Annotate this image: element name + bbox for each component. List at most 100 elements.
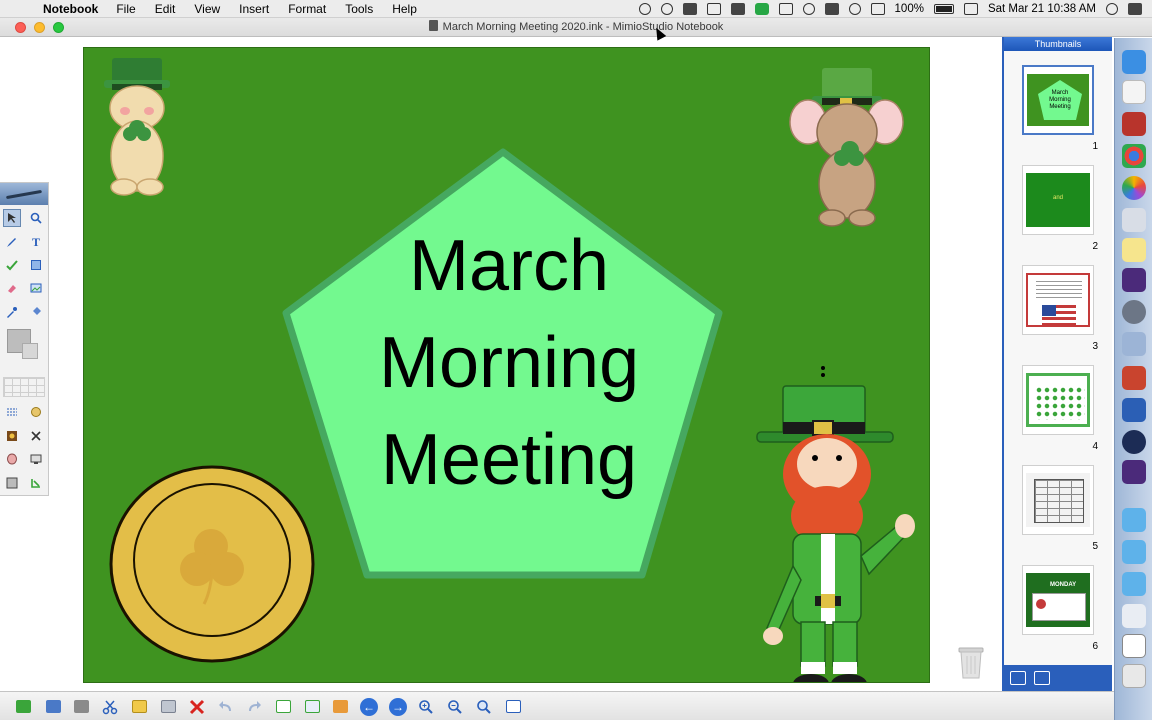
fill-color-swatch[interactable] bbox=[22, 343, 38, 359]
clock[interactable]: Sat Mar 21 10:38 AM bbox=[988, 3, 1096, 15]
screenshot-stack-icon[interactable] bbox=[1122, 604, 1146, 628]
menu-insert[interactable]: Insert bbox=[239, 2, 269, 16]
notes-icon[interactable] bbox=[1122, 238, 1146, 262]
undo-button[interactable] bbox=[216, 697, 236, 716]
copy-button[interactable] bbox=[129, 697, 149, 716]
line-width-selector[interactable] bbox=[3, 377, 45, 397]
word-icon[interactable] bbox=[1122, 398, 1146, 422]
highlighter-tool-icon[interactable] bbox=[3, 256, 21, 274]
duplicate-page-button[interactable] bbox=[302, 697, 322, 716]
thumbnail-5[interactable] bbox=[1022, 465, 1094, 535]
line-style-icon[interactable] bbox=[3, 403, 21, 421]
select-tool-icon[interactable] bbox=[3, 209, 21, 227]
quicktime-icon[interactable] bbox=[1122, 430, 1146, 454]
pen-tool-icon[interactable] bbox=[3, 233, 21, 251]
airplay-icon[interactable] bbox=[778, 3, 793, 15]
menu-tools[interactable]: Tools bbox=[345, 2, 373, 16]
menu-view[interactable]: View bbox=[194, 2, 220, 16]
eraser-tool-icon[interactable] bbox=[3, 279, 21, 297]
insert-tool-icon[interactable] bbox=[27, 474, 45, 492]
spotlight-search-icon[interactable] bbox=[1106, 3, 1118, 15]
screen-capture-icon[interactable] bbox=[27, 450, 45, 468]
applications-folder-icon[interactable] bbox=[1122, 508, 1146, 532]
utilities-icon[interactable] bbox=[1122, 208, 1146, 232]
home-button[interactable] bbox=[13, 697, 33, 716]
photos-icon[interactable] bbox=[1122, 176, 1146, 200]
print-button[interactable] bbox=[71, 697, 91, 716]
system-preferences-icon[interactable] bbox=[1122, 300, 1146, 324]
menu-format[interactable]: Format bbox=[288, 2, 326, 16]
display-icon[interactable] bbox=[706, 3, 721, 15]
eyedropper-tool-icon[interactable] bbox=[3, 303, 21, 321]
dictionary-icon[interactable] bbox=[1122, 112, 1146, 136]
full-screen-button[interactable] bbox=[503, 697, 523, 716]
notification-center-icon[interactable] bbox=[1128, 3, 1142, 15]
time-machine-icon[interactable] bbox=[802, 3, 815, 15]
thumbnails-view-icon[interactable] bbox=[1010, 671, 1026, 685]
reveal-tool-icon[interactable] bbox=[3, 450, 21, 468]
wifi-icon[interactable] bbox=[848, 3, 861, 15]
redo-button[interactable] bbox=[244, 697, 264, 716]
app-menu[interactable]: Notebook bbox=[43, 2, 98, 16]
thumbnail-3-text-lines bbox=[1036, 281, 1082, 299]
trash-icon[interactable] bbox=[957, 644, 985, 680]
volume-icon[interactable] bbox=[824, 3, 839, 15]
next-page-button[interactable]: → bbox=[388, 697, 408, 716]
delete-button[interactable] bbox=[187, 697, 207, 716]
documents-folder-icon[interactable] bbox=[1122, 540, 1146, 564]
paste-button[interactable] bbox=[158, 697, 178, 716]
battery-percent[interactable]: 100% bbox=[895, 3, 924, 15]
document-stack-icon[interactable] bbox=[1122, 634, 1146, 658]
thumbnail-2[interactable]: and bbox=[1022, 165, 1094, 235]
menu-file[interactable]: File bbox=[116, 2, 135, 16]
shape-tool-icon[interactable] bbox=[27, 256, 45, 274]
preview-icon[interactable] bbox=[1122, 332, 1146, 356]
app-status-icon[interactable] bbox=[754, 3, 769, 15]
battery-icon[interactable] bbox=[933, 4, 954, 14]
dock bbox=[1114, 38, 1152, 720]
gallery-view-icon[interactable] bbox=[1034, 671, 1050, 685]
save-button[interactable] bbox=[43, 697, 63, 716]
ebook-app-icon[interactable] bbox=[1122, 460, 1146, 484]
zoom-fit-button[interactable] bbox=[474, 697, 494, 716]
zoom-tool-icon[interactable] bbox=[27, 209, 45, 227]
previous-page-button[interactable]: ← bbox=[359, 697, 379, 716]
cloud-icon[interactable] bbox=[660, 3, 673, 15]
gallery-tool-icon[interactable] bbox=[3, 474, 21, 492]
zoom-out-button[interactable] bbox=[445, 697, 465, 716]
record-status-icon[interactable] bbox=[638, 3, 651, 15]
thumbnail-3[interactable] bbox=[1022, 265, 1094, 335]
text-tool-icon[interactable]: T bbox=[27, 233, 45, 251]
user-icon[interactable] bbox=[963, 3, 978, 15]
thumbnail-6-clock bbox=[1036, 599, 1046, 609]
menu-help[interactable]: Help bbox=[392, 2, 417, 16]
menu-edit[interactable]: Edit bbox=[155, 2, 176, 16]
dock-trash-icon[interactable] bbox=[1122, 664, 1146, 688]
thumbnail-4[interactable] bbox=[1022, 365, 1094, 435]
slide-canvas[interactable]: March Morning Meeting bbox=[83, 47, 930, 683]
slide-title[interactable]: March Morning Meeting bbox=[379, 218, 639, 509]
image-tool-icon[interactable] bbox=[27, 279, 45, 297]
recorder-tool-icon[interactable] bbox=[3, 427, 21, 445]
slide-title-line-2: Morning bbox=[379, 323, 640, 403]
chrome-icon[interactable] bbox=[1122, 144, 1146, 168]
thumbnails-header[interactable]: Thumbnails bbox=[1004, 37, 1112, 51]
textedit-icon[interactable] bbox=[1122, 80, 1146, 104]
transparency-icon[interactable] bbox=[27, 403, 45, 421]
onenote-icon[interactable] bbox=[1122, 268, 1146, 292]
thumbnail-1[interactable]: March Morning Meeting bbox=[1022, 65, 1094, 135]
cut-button[interactable] bbox=[100, 697, 120, 716]
powerpoint-icon[interactable] bbox=[1122, 366, 1146, 390]
downloads-folder-icon[interactable] bbox=[1122, 572, 1146, 596]
new-page-button[interactable] bbox=[273, 697, 293, 716]
pen-status-icon[interactable] bbox=[682, 3, 697, 15]
collaboration-button[interactable] bbox=[330, 697, 350, 716]
bluetooth-icon[interactable] bbox=[870, 3, 885, 15]
palette-header[interactable] bbox=[0, 183, 48, 205]
fill-tool-icon[interactable] bbox=[27, 303, 45, 321]
thumbnail-6[interactable]: MONDAY bbox=[1022, 565, 1094, 635]
zoom-in-button[interactable] bbox=[416, 697, 436, 716]
finder-icon[interactable] bbox=[1122, 50, 1146, 74]
sync-status-icon[interactable] bbox=[730, 3, 745, 15]
spotlight-tool-icon[interactable] bbox=[27, 427, 45, 445]
